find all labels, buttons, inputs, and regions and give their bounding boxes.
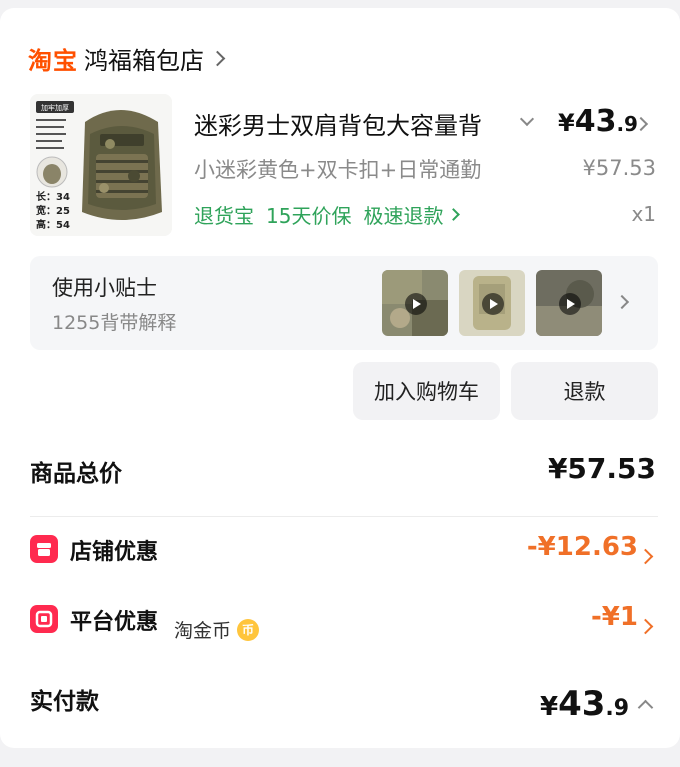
goods-total-value: ¥57.53 [547,452,656,485]
product-thumbnail[interactable]: 加牢加厚 长：34 宽：25 高：54 [30,94,172,236]
tips-subtitle: 1255背带解释 [52,312,177,334]
backpack-image: 加牢加厚 长：34 宽：25 高：54 [30,94,172,236]
coin-icon: 币 [237,618,260,641]
taojinbi-label: 淘金币 [174,620,232,642]
thumb-badge: 加牢加厚 [41,103,69,112]
divider [30,516,658,517]
add-to-cart-button[interactable]: 加入购物车 [353,362,500,420]
goods-total-label: 商品总价 [30,461,122,487]
thumb-length: 长：34 [36,190,70,203]
chevron-right-icon[interactable] [637,618,654,635]
original-price: ¥57.53 [582,156,656,180]
service-return-insurance: 退货宝 [194,204,254,228]
play-icon [559,293,581,315]
paid-currency: ¥ [540,692,559,722]
product-title[interactable]: 迷彩男士双肩背包大容量背 [194,106,504,141]
play-icon [405,293,427,315]
paid-amount: ¥ 43 .9 [540,684,629,724]
service-price-protection: 15天价保 [266,204,352,228]
shop-discount-icon [30,535,58,563]
taojinbi-tag: 淘金币 币 [174,616,260,643]
thumb-width: 宽：25 [35,204,70,217]
shop-name[interactable]: 鸿福箱包店 [84,41,204,76]
tip-video-2[interactable] [459,270,525,336]
chevron-right-icon [447,208,461,221]
tip-video-1[interactable] [382,270,448,336]
chevron-down-icon[interactable] [519,111,535,127]
shop-header[interactable]: 淘宝 鸿福箱包店 [28,38,226,78]
order-card: 淘宝 鸿福箱包店 加牢加厚 长：34 宽：25 高：54 迷彩男士双肩背包大容量… [0,8,680,748]
service-tags[interactable]: 退货宝 15天价保 极速退款 [194,200,461,229]
chevron-right-icon [209,50,226,66]
paid-decimal: .9 [605,696,630,721]
thumb-height: 高：54 [36,218,70,231]
product-variant: 小迷彩黄色+双卡扣+日常通勤 [194,158,482,182]
paid-label: 实付款 [30,689,99,715]
platform-discount-value[interactable]: -¥1 [591,602,638,632]
shop-discount-label: 店铺优惠 [70,540,159,565]
shop-discount-value[interactable]: -¥12.63 [527,532,638,562]
paid-integer: 43 [558,684,606,724]
tip-video-3[interactable] [536,270,602,336]
product-price: ¥ 43 .9 [558,104,638,139]
play-icon [482,293,504,315]
tips-title: 使用小贴士 [52,276,157,300]
taobao-logo: 淘宝 [28,46,78,75]
usage-tips-card[interactable]: 使用小贴士 1255背带解释 [30,256,658,350]
service-fast-refund: 极速退款 [363,204,444,228]
price-currency: ¥ [558,109,575,137]
chevron-right-icon [614,294,630,310]
refund-button[interactable]: 退款 [511,362,658,420]
platform-discount-label: 平台优惠 [70,610,159,635]
chevron-up-icon[interactable] [637,699,654,716]
platform-discount-icon [30,605,58,633]
price-integer: 43 [574,104,617,139]
chevron-right-icon[interactable] [637,548,654,565]
quantity: x1 [631,202,656,226]
